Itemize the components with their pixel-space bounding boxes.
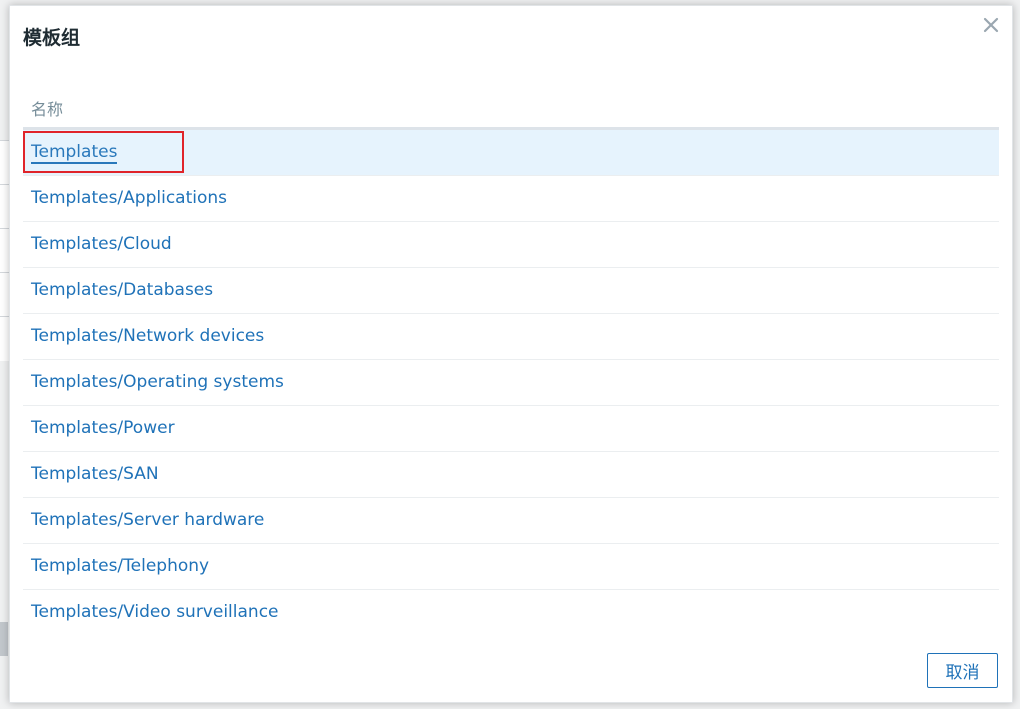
- template-group-link[interactable]: Templates/Applications: [31, 188, 227, 208]
- template-group-list: Templates Templates/Applications Templat…: [23, 130, 999, 636]
- background-button: [0, 622, 8, 656]
- template-group-link[interactable]: Templates: [31, 142, 118, 164]
- table-row[interactable]: Templates/Databases: [23, 268, 999, 314]
- close-icon: [983, 17, 999, 33]
- table-row[interactable]: Templates/Network devices: [23, 314, 999, 360]
- close-button[interactable]: [982, 16, 1000, 34]
- table-row[interactable]: Templates/Cloud: [23, 222, 999, 268]
- template-group-link[interactable]: Templates/Telephony: [31, 556, 209, 576]
- table-header: 名称: [23, 86, 999, 130]
- table-row[interactable]: Templates/Power: [23, 406, 999, 452]
- cancel-button[interactable]: 取消: [927, 653, 998, 688]
- template-group-link[interactable]: Templates/SAN: [31, 464, 159, 484]
- table-row[interactable]: Templates/Operating systems: [23, 360, 999, 406]
- table-row[interactable]: Templates: [23, 130, 999, 176]
- template-group-link[interactable]: Templates/Power: [31, 418, 175, 438]
- table-row[interactable]: Templates/Server hardware: [23, 498, 999, 544]
- table-row[interactable]: Templates/Video surveillance: [23, 590, 999, 636]
- template-group-link[interactable]: Templates/Network devices: [31, 326, 264, 346]
- table-row[interactable]: Templates/Telephony: [23, 544, 999, 590]
- template-group-link[interactable]: Templates/Video surveillance: [31, 602, 279, 622]
- template-group-dialog: 模板组 名称 Templates Templates/Applications …: [9, 5, 1013, 703]
- template-group-link[interactable]: Templates/Cloud: [31, 234, 172, 254]
- template-group-link[interactable]: Templates/Databases: [31, 280, 213, 300]
- template-group-table: 名称 Templates Templates/Applications Temp…: [23, 86, 999, 636]
- table-row[interactable]: Templates/Applications: [23, 176, 999, 222]
- dialog-title: 模板组: [23, 27, 81, 49]
- template-group-link[interactable]: Templates/Operating systems: [31, 372, 284, 392]
- template-group-link[interactable]: Templates/Server hardware: [31, 510, 264, 530]
- table-row[interactable]: Templates/SAN: [23, 452, 999, 498]
- column-header-name: 名称: [31, 100, 64, 119]
